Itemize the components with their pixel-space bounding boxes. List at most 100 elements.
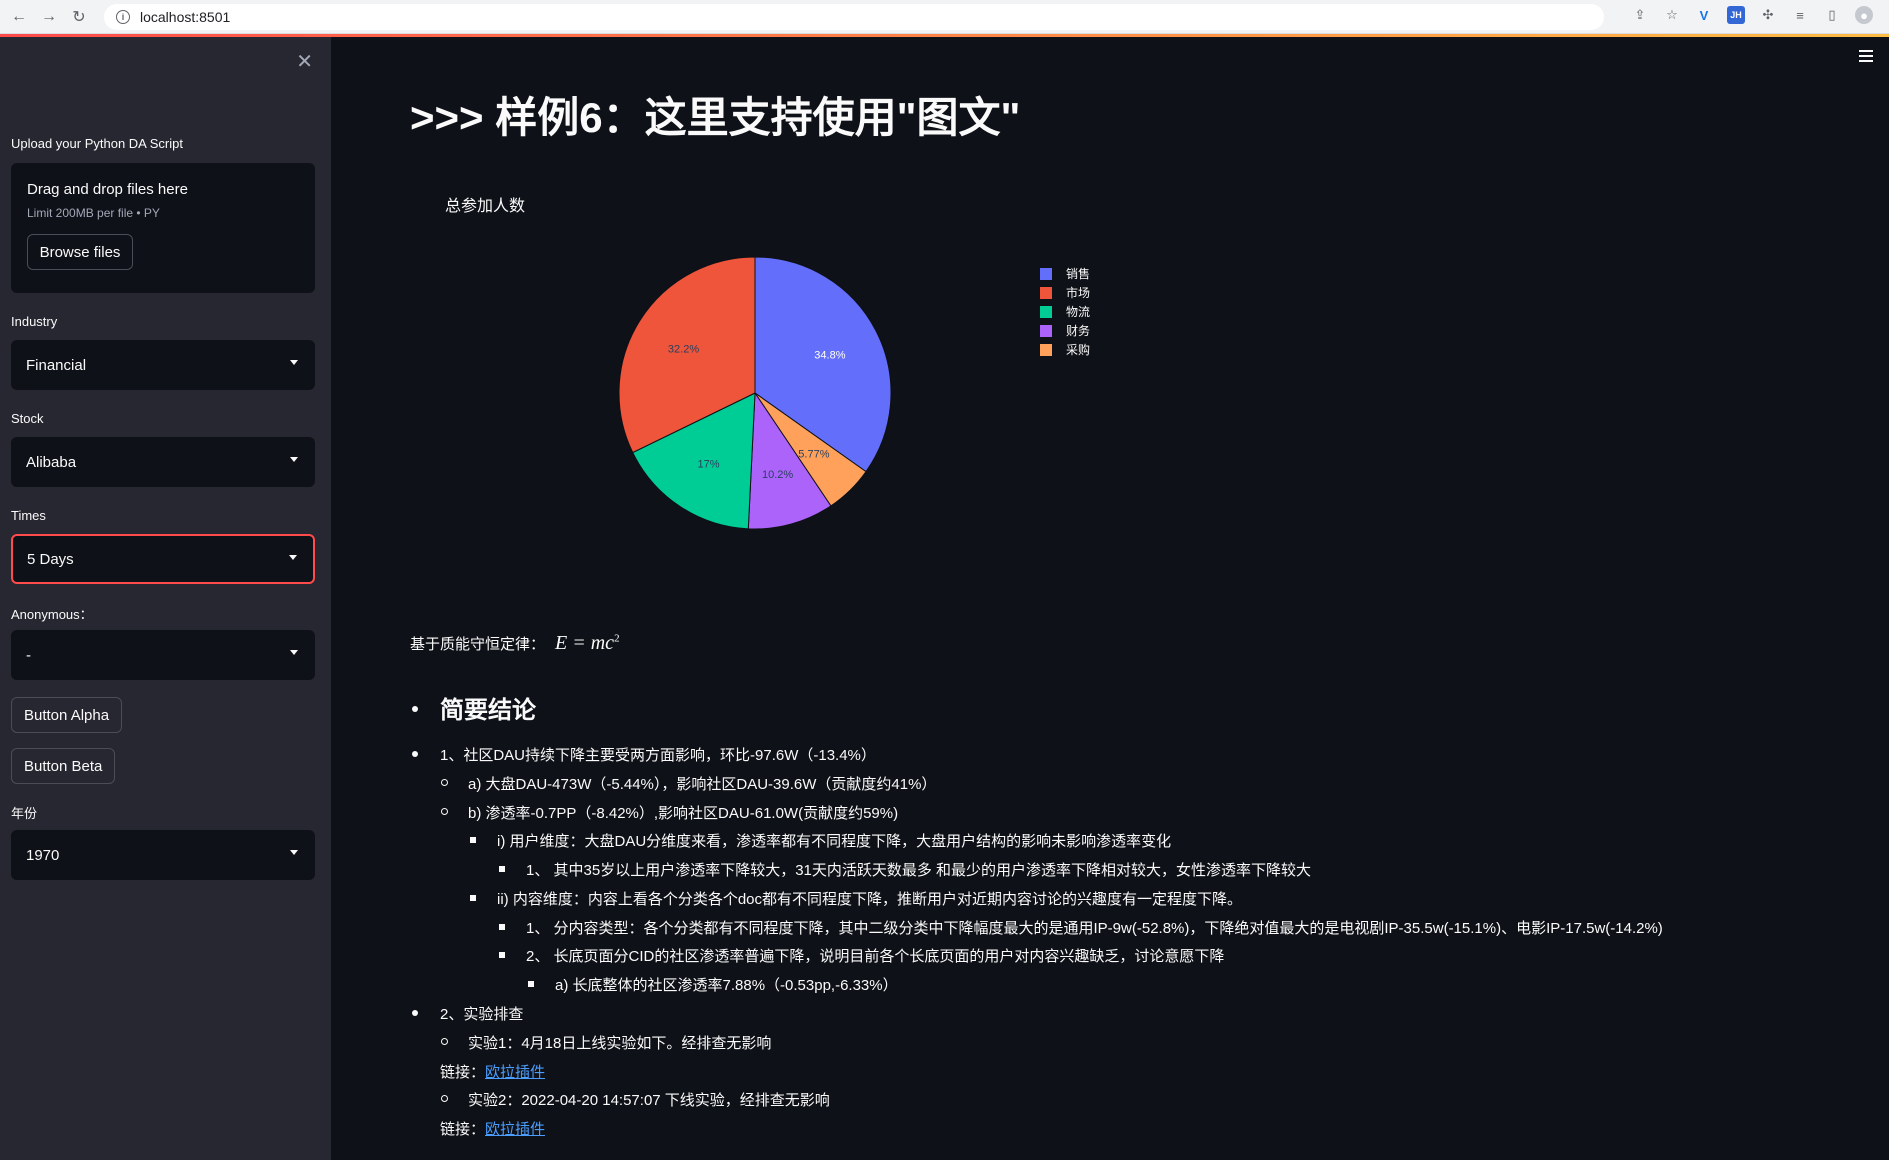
legend-item[interactable]: 销售	[1040, 264, 1090, 283]
euler-plugin-link[interactable]: 欧拉插件	[485, 1121, 545, 1138]
list-item: 实验2：2022-04-20 14:57:07 下线实验，经排查无影响	[468, 1092, 830, 1109]
bullet-circle	[441, 1038, 448, 1045]
list-item: 1、 分内容类型：各个分类都有不同程度下降，其中二级分类中下降幅度最大的是通用I…	[526, 920, 1663, 937]
bookmark-star-icon[interactable]: ☆	[1663, 6, 1681, 24]
bullet-circle	[441, 779, 448, 786]
extensions-puzzle-icon[interactable]: ✣	[1759, 6, 1777, 24]
page-title: >>> 样例6：这里支持使用"图文"	[410, 94, 1021, 141]
industry-value: Financial	[26, 356, 87, 374]
times-value: 5 Days	[27, 550, 74, 568]
forward-icon[interactable]: →	[38, 6, 60, 28]
list-item: 1、社区DAU持续下降主要受两方面影响，环比-97.6W（-13.4%）	[440, 747, 876, 764]
chevron-down-icon	[290, 360, 298, 365]
anonymous-select[interactable]: -	[11, 630, 315, 680]
reading-list-icon[interactable]: ≡	[1791, 6, 1809, 24]
list-item: a) 长底整体的社区渗透率7.88%（-0.53pp,-6.33%）	[555, 977, 898, 994]
link-line: 链接：欧拉插件	[440, 1061, 545, 1082]
pie-data-label: 32.2%	[668, 343, 699, 355]
drop-title: Drag and drop files here	[27, 181, 188, 198]
legend-label: 市场	[1066, 286, 1091, 300]
upload-label: Upload your Python DA Script	[11, 136, 183, 151]
legend-label: 物流	[1066, 305, 1091, 319]
summary-heading: 简要结论	[440, 697, 536, 724]
legend-item[interactable]: 物流	[1040, 302, 1090, 321]
back-icon[interactable]: ←	[8, 6, 30, 28]
list-item: i) 用户维度：大盘DAU分维度来看，渗透率都有不同程度下降，大盘用户结构的影响…	[497, 833, 1172, 850]
industry-label: Industry	[11, 314, 58, 329]
list-item: 2、实验排查	[440, 1006, 524, 1023]
times-select[interactable]: 5 Days	[11, 534, 315, 584]
reload-icon[interactable]: ↻	[68, 6, 90, 28]
legend-item[interactable]: 采购	[1040, 340, 1090, 359]
list-item: b) 渗透率-0.7PP（-8.42%）,影响社区DAU-61.0W(贡献度约5…	[468, 805, 899, 822]
list-item: 2、 长底页面分CID的社区渗透率普遍下降，说明目前各个长底页面的用户对内容兴趣…	[526, 948, 1225, 965]
bullet-circle	[441, 1095, 448, 1102]
euler-plugin-link[interactable]: 欧拉插件	[485, 1064, 545, 1081]
address-bar[interactable]: i localhost:8501	[104, 3, 1604, 30]
stock-select[interactable]: Alibaba	[11, 437, 315, 487]
legend-item[interactable]: 财务	[1040, 321, 1090, 340]
formula-prefix: 基于质能守恒定律：	[410, 636, 546, 653]
pie-data-label: 5.77%	[798, 448, 829, 460]
button-beta[interactable]: Button Beta	[11, 748, 116, 784]
stock-value: Alibaba	[26, 453, 77, 471]
list-item: ii) 内容维度：内容上看各个分类各个doc都有不同程度下降，推断用户对近期内容…	[497, 891, 1243, 908]
formula-line: 基于质能守恒定律： E = mc2	[410, 632, 620, 655]
legend-swatch	[1040, 324, 1052, 337]
legend-label: 采购	[1066, 343, 1091, 357]
profile-avatar-icon[interactable]: ●	[1855, 6, 1873, 24]
anonymous-value: -	[26, 646, 31, 664]
chevron-down-icon	[290, 457, 298, 462]
legend-label: 销售	[1066, 267, 1091, 281]
legend-item[interactable]: 市场	[1040, 283, 1090, 302]
chevron-down-icon	[289, 555, 297, 560]
bullet-circle	[441, 808, 448, 815]
info-icon[interactable]: i	[116, 9, 130, 24]
formula-exponent: 2	[614, 632, 620, 645]
list-item: 1、 其中35岁以上用户渗透率下降较大，31天内活跃天数最多 和最少的用户渗透率…	[526, 862, 1312, 879]
bullet-square	[499, 866, 505, 872]
pie-data-label: 10.2%	[762, 469, 793, 481]
formula: E = mc2	[555, 632, 620, 655]
link-prefix: 链接：	[440, 1064, 486, 1081]
side-panel-icon[interactable]: ▯	[1823, 6, 1841, 24]
url-text: localhost:8501	[140, 8, 231, 25]
chevron-down-icon	[290, 850, 298, 855]
extension-jh-icon[interactable]: JH	[1727, 6, 1745, 24]
bullet-square	[528, 981, 534, 987]
industry-select[interactable]: Financial	[11, 340, 315, 390]
chevron-down-icon	[290, 650, 298, 655]
button-alpha[interactable]: Button Alpha	[11, 697, 123, 733]
year-select[interactable]: 1970	[11, 830, 315, 880]
year-label: 年份	[11, 806, 38, 821]
bullet-disc	[412, 1010, 418, 1016]
anonymous-label: Anonymous：	[11, 607, 93, 622]
legend-label: 财务	[1066, 324, 1091, 338]
main-menu-icon[interactable]	[1859, 50, 1873, 62]
pie-data-label: 17%	[698, 458, 720, 470]
link-line: 链接：欧拉插件	[440, 1118, 545, 1139]
bullet-square	[499, 952, 505, 958]
file-uploader-dropzone[interactable]: Drag and drop files here Limit 200MB per…	[11, 163, 315, 293]
pie-chart-svg: 34.8% 5.77% 10.2% 17% 32.2%	[618, 256, 892, 530]
close-sidebar-icon[interactable]: ✕	[296, 49, 313, 74]
sidebar: ✕ Upload your Python DA Script Drag and …	[0, 37, 331, 1160]
bullet-square	[499, 924, 505, 930]
pie-data-label: 34.8%	[814, 349, 845, 361]
bullet-disc	[412, 706, 418, 712]
chart-legend: 销售市场物流财务采购	[1040, 264, 1090, 359]
browser-toolbar: ← → ↻ i localhost:8501 ⇪ ☆ V JH ✣ ≡ ▯ ●	[0, 0, 1889, 34]
legend-swatch	[1040, 267, 1052, 280]
share-icon[interactable]: ⇪	[1631, 6, 1649, 24]
stock-label: Stock	[11, 411, 44, 426]
pie-chart: 总参加人数 34.8% 5.77% 10.2% 17% 32.2% 销售 市场 物流 财务 采购	[410, 178, 1310, 598]
legend-swatch	[1040, 286, 1052, 299]
bullet-square	[470, 837, 476, 843]
browse-files-button[interactable]: Browse files	[27, 234, 133, 270]
list-item: 实验1：4月18日上线实验如下。经排查无影响	[468, 1035, 772, 1052]
legend-swatch	[1040, 343, 1052, 356]
list-item: a) 大盘DAU-473W（-5.44%），影响社区DAU-39.6W（贡献度约…	[468, 776, 937, 793]
legend-swatch	[1040, 305, 1052, 318]
extension-v-icon[interactable]: V	[1695, 6, 1713, 24]
formula-text: E = mc	[555, 632, 615, 654]
